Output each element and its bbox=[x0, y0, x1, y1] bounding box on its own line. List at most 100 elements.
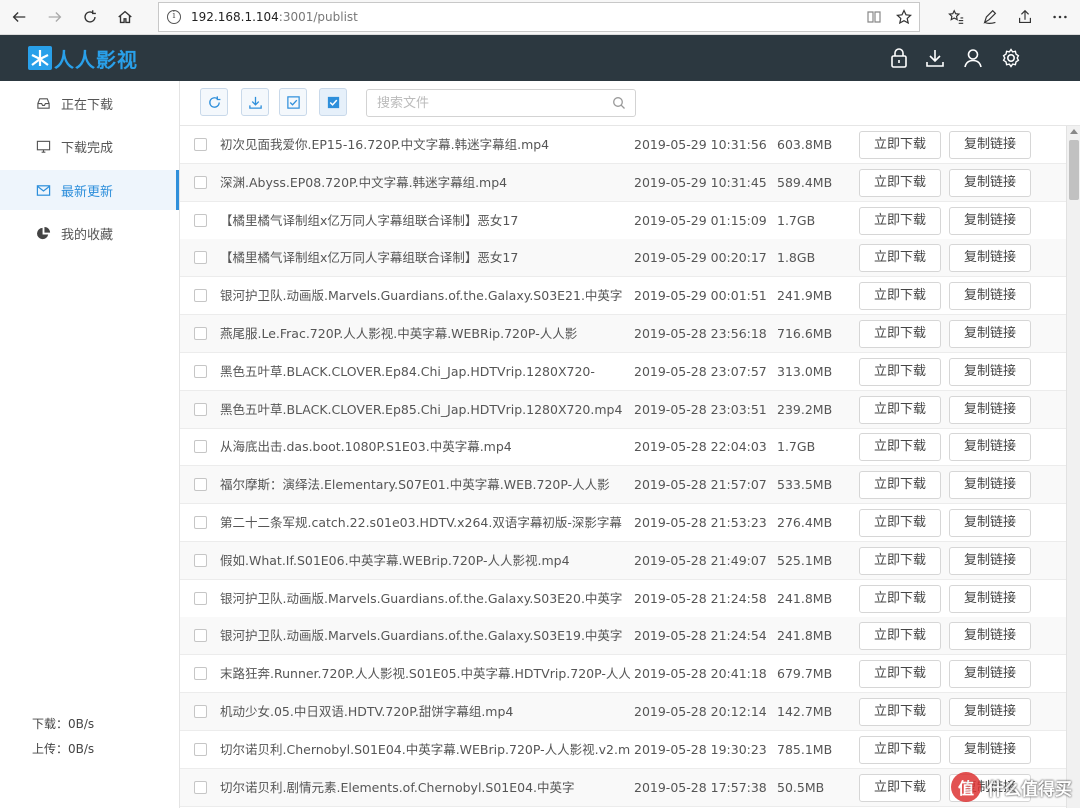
refresh-icon[interactable] bbox=[77, 5, 103, 29]
download-now-button[interactable]: 立即下载 bbox=[859, 698, 941, 726]
search-input[interactable] bbox=[367, 90, 597, 116]
info-icon[interactable]: i bbox=[167, 10, 181, 24]
download-now-button[interactable]: 立即下载 bbox=[859, 206, 941, 235]
batch-download-button[interactable] bbox=[241, 88, 269, 116]
more-icon[interactable] bbox=[1046, 5, 1074, 29]
row-checkbox[interactable] bbox=[194, 516, 207, 529]
row-checkbox[interactable] bbox=[194, 478, 207, 492]
row-checkbox[interactable] bbox=[194, 138, 207, 151]
user-icon[interactable] bbox=[960, 45, 986, 71]
download-now-button[interactable]: 立即下载 bbox=[859, 773, 941, 802]
select-button[interactable] bbox=[279, 88, 307, 116]
download-now-button[interactable]: 立即下载 bbox=[859, 735, 941, 764]
file-name: 黑色五叶草.BLACK.CLOVER.Ep85.Chi_Jap.HDTVrip.… bbox=[220, 401, 623, 417]
refresh-button[interactable] bbox=[200, 88, 228, 116]
row-checkbox[interactable] bbox=[194, 440, 207, 454]
file-name: 末路狂奔.Runner.720P.人人影视.S01E05.中英字幕.HDTVri… bbox=[220, 666, 630, 682]
download-now-button[interactable]: 立即下载 bbox=[859, 320, 941, 348]
download-now-button[interactable]: 立即下载 bbox=[859, 282, 941, 311]
row-checkbox[interactable] bbox=[194, 364, 207, 378]
gear-icon[interactable] bbox=[998, 45, 1024, 71]
row-checkbox[interactable] bbox=[194, 553, 207, 567]
copy-link-button[interactable]: 复制链接 bbox=[949, 131, 1031, 159]
file-size: 313.0MB bbox=[777, 363, 833, 379]
copy-link-button[interactable]: 复制链接 bbox=[949, 320, 1031, 348]
copy-link-button[interactable]: 复制链接 bbox=[949, 698, 1031, 726]
row-checkbox[interactable] bbox=[194, 175, 207, 189]
download-now-button[interactable]: 立即下载 bbox=[859, 168, 941, 197]
download-now-button[interactable]: 立即下载 bbox=[859, 357, 941, 386]
copy-link-button[interactable]: 复制链接 bbox=[949, 395, 1031, 424]
home-icon[interactable] bbox=[112, 5, 138, 29]
download-now-button[interactable]: 立即下载 bbox=[859, 622, 941, 651]
scroll-thumb[interactable] bbox=[1069, 140, 1079, 200]
share-icon[interactable] bbox=[1011, 5, 1039, 29]
copy-link-button[interactable]: 复制链接 bbox=[949, 735, 1031, 764]
download-now-button[interactable]: 立即下载 bbox=[859, 584, 941, 613]
download-now-button[interactable]: 立即下载 bbox=[859, 509, 941, 537]
row-checkbox[interactable] bbox=[194, 289, 207, 303]
copy-link-button[interactable]: 复制链接 bbox=[949, 282, 1031, 311]
star-icon[interactable] bbox=[891, 3, 917, 31]
download-now-button[interactable]: 立即下载 bbox=[859, 244, 941, 273]
file-date: 2019-05-29 01:15:09 bbox=[634, 212, 767, 228]
logo[interactable]: 人人影视 bbox=[28, 44, 138, 72]
row-checkbox[interactable] bbox=[194, 667, 207, 681]
row-checkbox[interactable] bbox=[194, 780, 207, 794]
copy-link-button[interactable]: 复制链接 bbox=[949, 433, 1031, 462]
file-date: 2019-05-28 23:03:51 bbox=[634, 401, 767, 417]
sidebar-item-completed[interactable]: 下载完成 bbox=[0, 126, 179, 166]
url-host: 192.168.1.104 bbox=[191, 10, 279, 24]
file-date: 2019-05-28 23:56:18 bbox=[634, 326, 767, 341]
scrollbar[interactable] bbox=[1066, 126, 1080, 808]
download-now-button[interactable]: 立即下载 bbox=[859, 131, 941, 159]
copy-link-button[interactable]: 复制链接 bbox=[949, 509, 1031, 537]
download-now-button[interactable]: 立即下载 bbox=[859, 660, 941, 689]
copy-link-button[interactable]: 复制链接 bbox=[949, 471, 1031, 500]
copy-link-button[interactable]: 复制链接 bbox=[949, 622, 1031, 651]
download-now-button[interactable]: 立即下载 bbox=[859, 395, 941, 424]
file-date: 2019-05-28 23:07:57 bbox=[634, 363, 767, 379]
row-checkbox[interactable] bbox=[194, 327, 207, 340]
copy-link-button[interactable]: 复制链接 bbox=[949, 244, 1031, 273]
copy-link-button[interactable]: 复制链接 bbox=[949, 206, 1031, 235]
sidebar-item-favorites[interactable]: 我的收藏 bbox=[0, 213, 179, 253]
scroll-up-arrow-icon[interactable] bbox=[1070, 129, 1078, 134]
checkbox-icon bbox=[286, 95, 300, 109]
copy-link-button[interactable]: 复制链接 bbox=[949, 584, 1031, 613]
sidebar-item-label: 我的收藏 bbox=[61, 227, 114, 243]
file-date: 2019-05-28 22:04:03 bbox=[634, 439, 767, 455]
download-icon bbox=[248, 96, 262, 109]
row-checkbox[interactable] bbox=[194, 742, 207, 756]
select-all-button[interactable] bbox=[319, 88, 347, 116]
download-now-button[interactable]: 立即下载 bbox=[859, 471, 941, 500]
back-arrow-icon[interactable] bbox=[6, 5, 32, 29]
copy-link-button[interactable]: 复制链接 bbox=[949, 357, 1031, 386]
favorites-icon[interactable] bbox=[942, 5, 970, 29]
download-now-button[interactable]: 立即下载 bbox=[859, 433, 941, 462]
copy-link-button[interactable]: 复制链接 bbox=[949, 546, 1031, 575]
sidebar-item-downloading[interactable]: 正在下载 bbox=[0, 83, 179, 123]
row-checkbox[interactable] bbox=[194, 591, 207, 605]
address-bar[interactable]: i 192.168.1.104:3001/publist bbox=[158, 2, 920, 32]
lock-icon[interactable] bbox=[886, 45, 912, 71]
file-name: 假如.What.If.S01E06.中英字幕.WEBrip.720P-人人影视.… bbox=[220, 552, 570, 568]
download-now-button[interactable]: 立即下载 bbox=[859, 546, 941, 575]
forward-arrow-icon[interactable] bbox=[42, 5, 68, 29]
row-checkbox[interactable] bbox=[194, 213, 207, 227]
pen-icon[interactable] bbox=[976, 5, 1004, 29]
file-size: 525.1MB bbox=[777, 552, 833, 568]
row-checkbox[interactable] bbox=[194, 629, 207, 643]
copy-link-button[interactable]: 复制链接 bbox=[949, 168, 1031, 197]
sidebar-item-latest[interactable]: 最新更新 bbox=[0, 170, 179, 210]
copy-link-button[interactable]: 复制链接 bbox=[949, 660, 1031, 689]
row-checkbox[interactable] bbox=[194, 251, 207, 265]
reading-view-icon[interactable] bbox=[861, 3, 887, 31]
file-size: 241.9MB bbox=[777, 288, 833, 304]
file-name: 初次见面我爱你.EP15-16.720P.中文字幕.韩迷字幕组.mp4 bbox=[220, 137, 550, 152]
search-icon[interactable] bbox=[612, 96, 626, 110]
download-icon[interactable] bbox=[922, 45, 948, 71]
row-checkbox[interactable] bbox=[194, 402, 207, 416]
row-checkbox[interactable] bbox=[194, 705, 207, 718]
file-size: 239.2MB bbox=[777, 401, 833, 417]
